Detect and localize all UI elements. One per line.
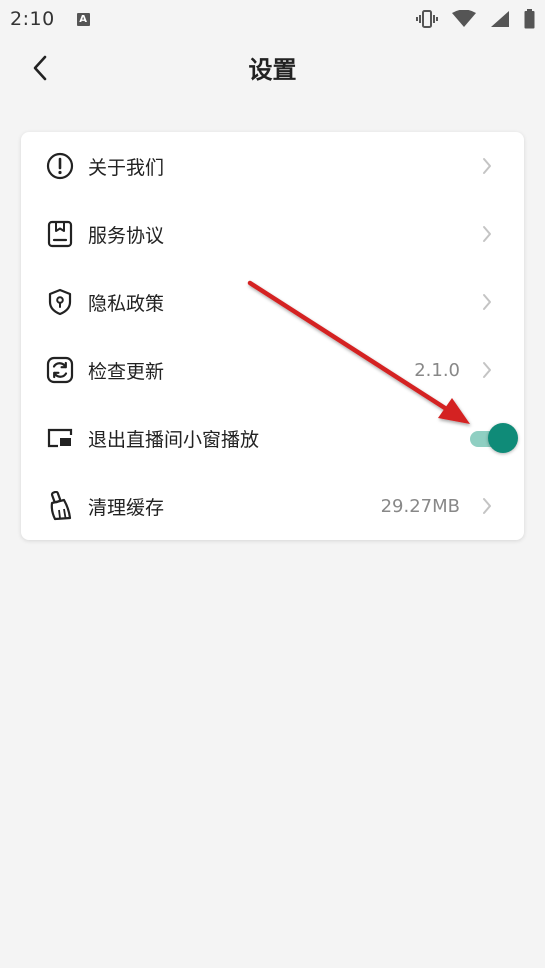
page-title: 设置 <box>248 56 297 84</box>
shield-icon <box>45 287 75 317</box>
version-value: 2.1.0 <box>414 359 460 381</box>
settings-item-service-agreement[interactable]: 服务协议 <box>21 200 524 268</box>
status-bar: 2:10 A <box>0 0 545 38</box>
a-badge-icon: A <box>76 12 90 26</box>
settings-item-label: 清理缓存 <box>88 496 165 519</box>
settings-card: 关于我们 服务协议 隐私政策 检查更新 2.1.0 退出直播间小窗播放 清理缓存… <box>21 132 524 540</box>
settings-item-about-us[interactable]: 关于我们 <box>21 132 524 200</box>
document-icon <box>45 219 75 249</box>
battery-icon <box>524 9 535 29</box>
settings-item-label: 退出直播间小窗播放 <box>88 428 260 451</box>
broom-icon <box>45 491 75 521</box>
settings-item-label: 检查更新 <box>88 360 165 383</box>
top-bar: 设置 <box>0 38 545 102</box>
toggle-thumb <box>488 423 518 453</box>
settings-item-clear-cache[interactable]: 清理缓存 29.27MB <box>21 472 524 540</box>
settings-item-pip-playback: 退出直播间小窗播放 <box>21 404 524 472</box>
chevron-right-icon <box>480 156 494 176</box>
pip-toggle[interactable] <box>464 420 518 456</box>
picture-in-picture-icon <box>45 423 75 453</box>
chevron-right-icon <box>480 360 494 380</box>
settings-item-check-update[interactable]: 检查更新 2.1.0 <box>21 336 524 404</box>
signal-icon <box>490 10 510 28</box>
settings-item-label: 隐私政策 <box>88 292 165 315</box>
status-left: 2:10 A <box>10 8 90 30</box>
status-right <box>416 9 535 29</box>
chevron-right-icon <box>480 224 494 244</box>
status-time: 2:10 <box>10 8 55 30</box>
settings-item-privacy-policy[interactable]: 隐私政策 <box>21 268 524 336</box>
chevron-right-icon <box>480 496 494 516</box>
settings-item-label: 关于我们 <box>88 156 165 179</box>
chevron-right-icon <box>480 292 494 312</box>
info-icon <box>45 151 75 181</box>
wifi-icon <box>452 10 476 28</box>
cache-size-value: 29.27MB <box>380 495 460 517</box>
settings-item-label: 服务协议 <box>88 224 165 247</box>
vibrate-icon <box>416 10 438 28</box>
refresh-icon <box>45 355 75 385</box>
